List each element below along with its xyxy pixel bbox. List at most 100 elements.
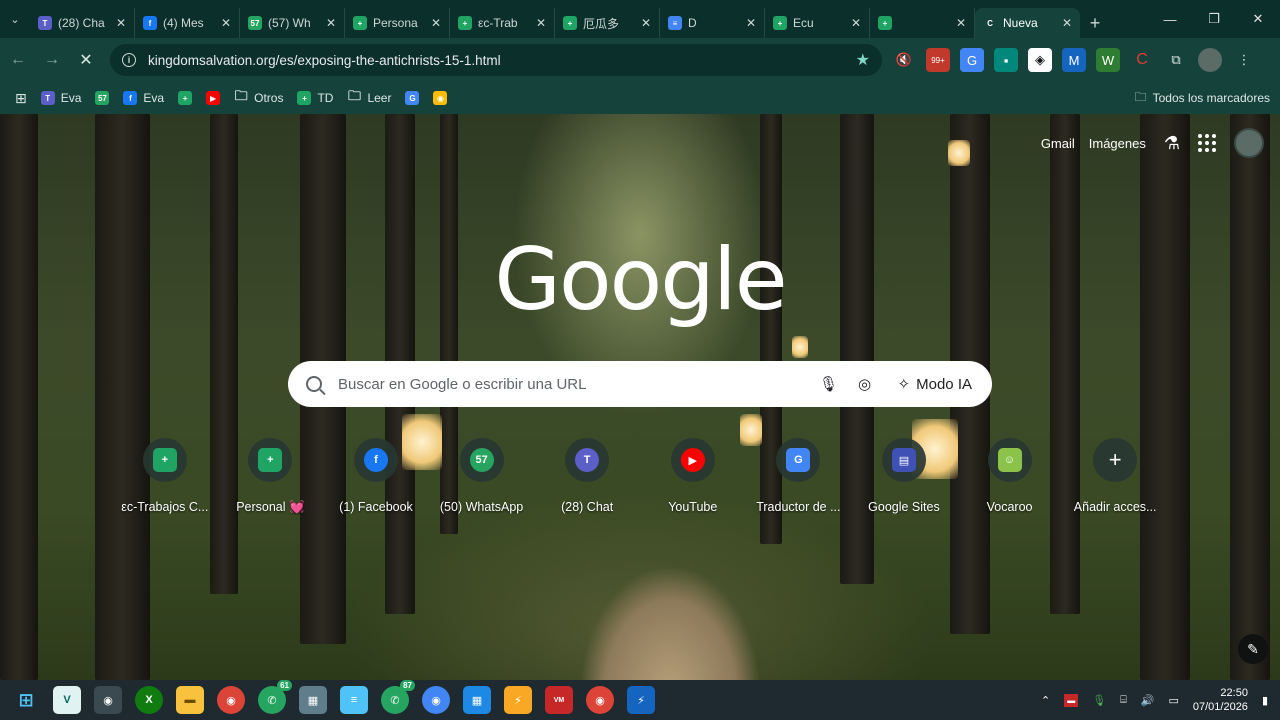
url-text[interactable]: kingdomsalvation.org/es/exposing-the-ant… (148, 53, 856, 68)
shortcut-tile[interactable]: f (1) Facebook (323, 438, 429, 515)
translate-extension-icon[interactable]: G (960, 48, 984, 72)
shortcut-tile[interactable]: ▶ YouTube (640, 438, 746, 515)
shortcut-tile[interactable]: + εc-Trabajos C... (112, 438, 218, 515)
tab-close-icon[interactable]: ✕ (851, 16, 861, 30)
browser-tab[interactable]: + ✕ (870, 8, 975, 38)
bookmark-item[interactable]: + (171, 85, 199, 111)
close-window-icon[interactable]: ✕ (1236, 0, 1280, 38)
kebab-menu-icon[interactable]: ⋮ (1232, 48, 1256, 72)
bookmark-item[interactable]: ▶ (199, 85, 227, 111)
microphone-icon[interactable]: 🎙 (818, 373, 840, 395)
battery-icon[interactable]: ▭ (1168, 694, 1178, 707)
tray-app-icon[interactable]: ▬ (1064, 693, 1079, 707)
calculator-icon[interactable]: ▦ (299, 686, 327, 714)
sheets-icon[interactable]: ▦ (463, 686, 491, 714)
address-bar[interactable]: i kingdomsalvation.org/es/exposing-the-a… (110, 44, 882, 76)
w-extension-icon[interactable]: W (1096, 48, 1120, 72)
xbox-icon[interactable]: X (135, 686, 163, 714)
notification-icon[interactable]: ▮ (1262, 694, 1268, 707)
browser-tab[interactable]: ≡ D ✕ (660, 8, 765, 38)
apps-grid-icon[interactable]: ⊞ (8, 85, 34, 111)
browser-tab[interactable]: + 厄瓜多 ✕ (555, 8, 660, 38)
tab-close-icon[interactable]: ✕ (956, 16, 966, 30)
bookmark-item[interactable]: + TD (290, 85, 340, 111)
bookmark-item[interactable]: 🗀 Otros (227, 85, 290, 111)
account-avatar[interactable] (1234, 128, 1264, 158)
shortcut-tile[interactable]: G Traductor de ... (746, 438, 852, 515)
search-input[interactable]: Buscar en Google o escribir una URL (338, 376, 804, 393)
bookmark-star-icon[interactable]: ★ (856, 50, 870, 70)
site-info-icon[interactable]: i (122, 53, 136, 67)
box-extension-icon[interactable]: ◈ (1028, 48, 1052, 72)
minimize-icon[interactable]: — (1148, 0, 1192, 38)
shortcut-tile[interactable]: ▤ Google Sites (851, 438, 957, 515)
chrome-profile3-icon[interactable]: ◉ (586, 686, 614, 714)
profile-avatar-icon[interactable] (1198, 48, 1222, 72)
tab-close-icon[interactable]: ✕ (221, 16, 231, 30)
bookmark-item[interactable]: 🗀 Leer (340, 85, 398, 111)
shortcut-tile[interactable]: + Añadir acces... (1062, 438, 1168, 515)
c-extension-icon[interactable]: C (1130, 48, 1154, 72)
tab-close-icon[interactable]: ✕ (116, 16, 126, 30)
tab-close-icon[interactable]: ✕ (326, 16, 336, 30)
chrome-profile2-icon[interactable]: ◉ (422, 686, 450, 714)
bookmark-item[interactable]: 57 (88, 85, 116, 111)
shortcut-tile[interactable]: 57 (50) WhatsApp (429, 438, 535, 515)
windows-start-icon[interactable]: ⊞ (12, 686, 40, 714)
tray-chevron-icon[interactable]: ⌃ (1041, 694, 1050, 707)
volume-icon[interactable]: 🔊 (1141, 694, 1155, 707)
new-tab-button[interactable]: + (1080, 8, 1110, 38)
back-button[interactable]: ← (2, 44, 34, 76)
browser-tab[interactable]: C Nueva ✕ (975, 8, 1080, 38)
clock[interactable]: 22:50 07/01/2026 (1193, 686, 1248, 714)
bolt-app2-icon[interactable]: ⚡ (627, 686, 655, 714)
customize-pencil-icon[interactable]: ✎ (1238, 634, 1268, 664)
images-link[interactable]: Imágenes (1089, 136, 1146, 151)
search-box[interactable]: Buscar en Google o escribir una URL 🎙 ◎ … (288, 361, 992, 407)
notepad-icon[interactable]: ≡ (340, 686, 368, 714)
bookmark-item[interactable]: f Eva (116, 85, 171, 111)
tab-close-icon[interactable]: ✕ (431, 16, 441, 30)
labs-flask-icon[interactable]: ⚗ (1164, 133, 1180, 154)
meet-extension-icon[interactable]: ▪ (994, 48, 1018, 72)
tab-close-icon[interactable]: ✕ (641, 16, 651, 30)
voice-meeter-icon[interactable]: VM (545, 686, 573, 714)
gmail-link[interactable]: Gmail (1041, 136, 1075, 151)
shortcut-tile[interactable]: ☺ Vocaroo (957, 438, 1063, 515)
bookmark-item[interactable]: G (398, 85, 426, 111)
tab-close-icon[interactable]: ✕ (746, 16, 756, 30)
browser-tab[interactable]: T (28) Cha ✕ (30, 8, 135, 38)
chrome-profile-icon[interactable]: ◉ (217, 686, 245, 714)
all-bookmarks[interactable]: 🗀 Todos los marcadores (1135, 82, 1270, 114)
google-apps-icon[interactable] (1198, 134, 1216, 152)
chrome-icon[interactable]: ◉ (94, 686, 122, 714)
shortcut-tile[interactable]: + Personal 💓 (218, 438, 324, 515)
google-lens-icon[interactable]: ◎ (854, 373, 876, 395)
forward-button[interactable]: → (36, 44, 68, 76)
network-icon[interactable]: ⌸ (1120, 694, 1127, 707)
mute-tab-icon[interactable]: 🔇 (892, 48, 916, 72)
extension-badge-icon[interactable]: 99+ (926, 48, 950, 72)
tab-close-icon[interactable]: ✕ (536, 16, 546, 30)
whatsapp-icon[interactable]: ✆ 61 (258, 680, 292, 714)
browser-tab[interactable]: + Persona ✕ (345, 8, 450, 38)
puzzle-extensions-icon[interactable]: ⧉ (1164, 48, 1188, 72)
browser-tab[interactable]: 57 (57) Wh ✕ (240, 8, 345, 38)
shortcut-tile[interactable]: T (28) Chat (534, 438, 640, 515)
file-explorer-icon[interactable]: ▬ (176, 686, 204, 714)
bookmark-item[interactable]: ◉ (426, 85, 454, 111)
bookmark-item[interactable]: T Eva (34, 85, 89, 111)
bolt-app-icon[interactable]: ⚡ (504, 686, 532, 714)
ai-mode-button[interactable]: ✧ Modo IA (898, 375, 972, 394)
browser-tab[interactable]: + Ecu ✕ (765, 8, 870, 38)
tab-search-chevron-icon[interactable]: ⌄ (0, 0, 30, 38)
restore-icon[interactable]: ❐ (1192, 0, 1236, 38)
browser-tab[interactable]: f (4) Mes ✕ (135, 8, 240, 38)
tab-close-icon[interactable]: ✕ (1062, 16, 1072, 30)
microphone-tray-icon[interactable]: 🎙 (1092, 694, 1106, 707)
m-extension-icon[interactable]: M (1062, 48, 1086, 72)
stop-loading-button[interactable]: ✕ (70, 44, 102, 76)
whatsapp-business-icon[interactable]: ✆ 87 (381, 680, 415, 714)
vpn-app-icon[interactable]: V (53, 686, 81, 714)
browser-tab[interactable]: + εc-Trab ✕ (450, 8, 555, 38)
